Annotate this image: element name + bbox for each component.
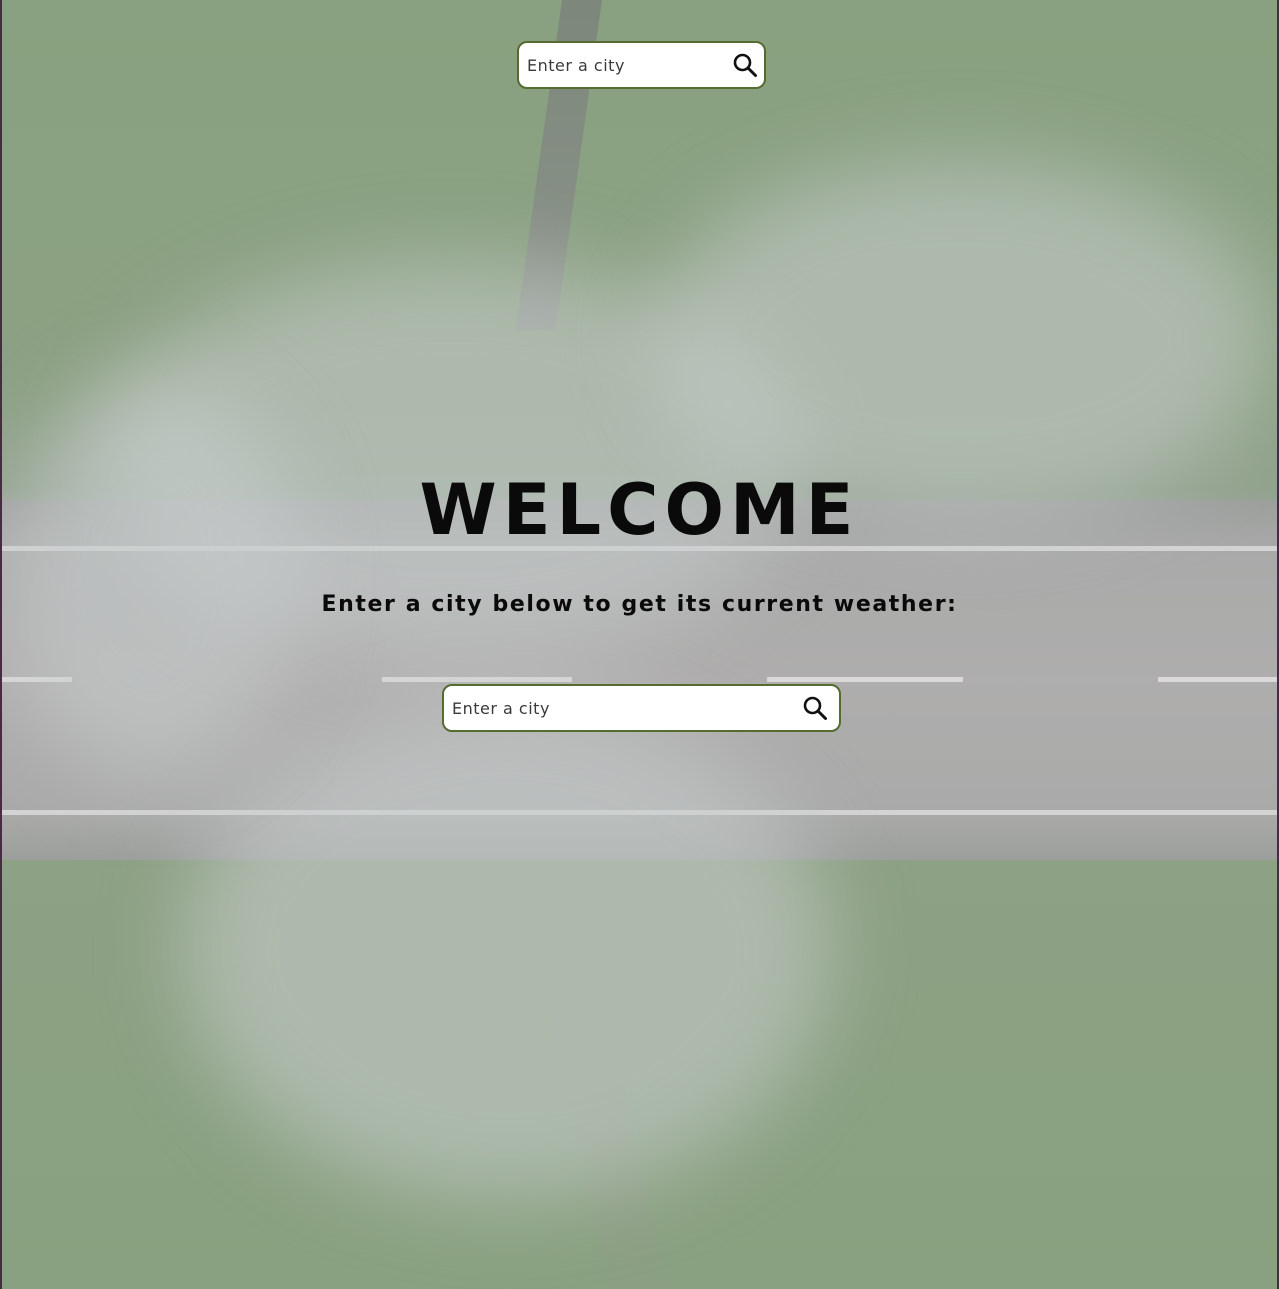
page: WELCOME Enter a city below to get its cu… [0, 0, 1279, 1289]
page-subtitle: Enter a city below to get its current we… [321, 592, 958, 617]
header-search-button[interactable] [727, 43, 762, 87]
main-search-bar [442, 684, 841, 732]
fog-cloud [182, 700, 832, 1200]
fog-cloud [652, 160, 1272, 520]
highway-dash [1158, 677, 1277, 682]
highway-dash [767, 677, 963, 682]
highway-dash [382, 677, 572, 682]
fog-cloud [2, 380, 302, 780]
search-icon [802, 695, 828, 721]
city-search-input[interactable] [444, 686, 793, 730]
city-search-button[interactable] [793, 686, 837, 730]
page-title: WELCOME [419, 469, 860, 551]
header-search-bar [517, 41, 766, 89]
search-icon [732, 52, 758, 78]
background-image [2, 0, 1277, 1289]
header-search-input[interactable] [519, 43, 727, 87]
